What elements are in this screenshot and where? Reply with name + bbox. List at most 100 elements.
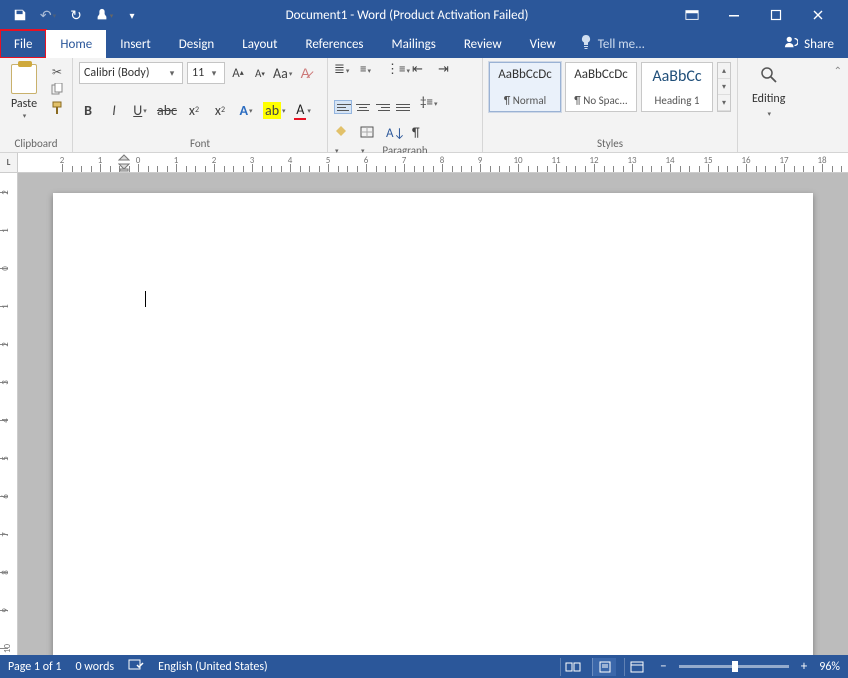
chevron-down-icon: ▾: [767, 109, 771, 118]
paste-label: Paste: [11, 97, 37, 111]
style-name: ¶ No Spac...: [574, 94, 627, 107]
decrease-indent-icon[interactable]: ⇤: [412, 62, 430, 78]
zoom-thumb[interactable]: [732, 661, 738, 672]
window-title: Document1 - Word (Product Activation Fai…: [142, 8, 672, 23]
paste-dropdown-icon[interactable]: ▾: [23, 111, 27, 120]
cut-icon[interactable]: ✂: [48, 64, 66, 80]
zoom-level[interactable]: 96%: [819, 660, 840, 674]
chevron-down-icon: ▾: [208, 68, 220, 79]
style-sample: AaBbCcDc: [574, 67, 628, 82]
tab-insert[interactable]: Insert: [106, 30, 165, 58]
qat-customize-icon[interactable]: ▾: [122, 5, 142, 25]
touch-mode-icon[interactable]: ▾: [94, 5, 114, 25]
tab-layout[interactable]: Layout: [228, 30, 291, 58]
quick-access-toolbar: ↶▾ ↻ ▾ ▾: [0, 5, 142, 25]
font-size-value: 11: [192, 66, 208, 80]
borders-icon[interactable]: ▾: [360, 126, 378, 142]
sort-icon[interactable]: A↓: [386, 126, 404, 142]
tab-file[interactable]: File: [0, 30, 46, 58]
font-name-value: Calibri (Body): [84, 66, 166, 80]
font-size-select[interactable]: 11 ▾: [187, 62, 225, 84]
maximize-button[interactable]: [756, 1, 796, 29]
tab-view[interactable]: View: [516, 30, 570, 58]
styles-gallery-scroll: ▴ ▾ ▾: [717, 62, 731, 112]
justify-icon[interactable]: [394, 100, 412, 114]
align-left-icon[interactable]: [334, 100, 352, 114]
font-color-icon[interactable]: A▾: [294, 100, 312, 120]
bold-button[interactable]: B: [79, 100, 97, 120]
undo-icon[interactable]: ↶▾: [38, 5, 58, 25]
share-button[interactable]: Share: [770, 30, 848, 58]
style-name: ¶ Normal: [504, 94, 546, 107]
save-icon[interactable]: [10, 5, 30, 25]
word-count[interactable]: 0 words: [76, 660, 115, 674]
align-center-icon[interactable]: [354, 100, 372, 114]
minimize-button[interactable]: [714, 1, 754, 29]
styles-scroll-down-icon[interactable]: ▾: [718, 79, 730, 95]
close-button[interactable]: [798, 1, 838, 29]
zoom-slider[interactable]: [679, 665, 789, 668]
spelling-icon[interactable]: [128, 658, 144, 676]
styles-expand-icon[interactable]: ▾: [718, 95, 730, 111]
copy-icon[interactable]: [48, 82, 66, 98]
show-marks-icon[interactable]: ¶: [412, 126, 430, 142]
document-area[interactable]: [18, 173, 848, 655]
change-case-icon[interactable]: Aa▾: [273, 63, 292, 83]
style-heading-1[interactable]: AaBbCc Heading 1: [641, 62, 713, 112]
styles-scroll-up-icon[interactable]: ▴: [718, 63, 730, 79]
style-normal[interactable]: AaBbCcDc ¶ Normal: [489, 62, 561, 112]
tab-review[interactable]: Review: [450, 30, 516, 58]
ribbon-display-options-icon[interactable]: [672, 1, 712, 29]
styles-group-label: Styles: [489, 135, 731, 152]
numbering-icon[interactable]: ≡▾: [360, 62, 378, 78]
tab-home[interactable]: Home: [46, 30, 106, 58]
grow-font-icon[interactable]: A▴: [229, 63, 247, 83]
tab-selector[interactable]: L: [0, 153, 18, 172]
style-sample: AaBbCcDc: [498, 67, 552, 82]
print-layout-icon[interactable]: [592, 658, 616, 676]
highlight-color-icon[interactable]: ab▾: [263, 100, 286, 120]
font-name-select[interactable]: Calibri (Body) ▾: [79, 62, 183, 84]
format-painter-icon[interactable]: [48, 100, 66, 116]
tab-references[interactable]: References: [292, 30, 378, 58]
zoom-out-button[interactable]: −: [656, 659, 670, 674]
align-right-icon[interactable]: [374, 100, 392, 114]
superscript-button[interactable]: x2: [211, 100, 229, 120]
chevron-down-icon: ▾: [166, 68, 178, 79]
share-label: Share: [804, 37, 834, 52]
page-count[interactable]: Page 1 of 1: [8, 660, 62, 674]
clear-formatting-icon[interactable]: A̷: [296, 63, 314, 83]
strikethrough-button[interactable]: abc: [157, 100, 177, 120]
italic-button[interactable]: I: [105, 100, 123, 120]
vertical-ruler[interactable]: 21012345678910: [0, 173, 18, 655]
underline-button[interactable]: U▾: [131, 100, 149, 120]
subscript-button[interactable]: x2: [185, 100, 203, 120]
line-spacing-icon[interactable]: ‡≡▾: [420, 95, 438, 111]
tell-me-search[interactable]: Tell me...: [570, 30, 770, 58]
group-styles: AaBbCcDc ¶ Normal AaBbCcDc ¶ No Spac... …: [483, 58, 738, 152]
text-effects-icon[interactable]: A▾: [237, 100, 255, 120]
redo-icon[interactable]: ↻: [66, 5, 86, 25]
web-layout-icon[interactable]: [624, 658, 648, 676]
editing-button[interactable]: Editing ▾: [744, 62, 793, 118]
paste-button[interactable]: Paste ▾: [6, 62, 42, 120]
share-icon: [784, 35, 798, 53]
style-no-spacing[interactable]: AaBbCcDc ¶ No Spac...: [565, 62, 637, 112]
zoom-in-button[interactable]: +: [797, 659, 811, 674]
page[interactable]: [53, 193, 813, 655]
bullets-icon[interactable]: ≣▾: [334, 62, 352, 78]
indent-markers[interactable]: [118, 154, 130, 172]
workspace: 21012345678910: [0, 173, 848, 655]
horizontal-ruler[interactable]: L 210123456789101112131415161718: [0, 153, 848, 173]
shading-icon[interactable]: ▾: [334, 126, 352, 142]
shrink-font-icon[interactable]: A▾: [251, 63, 269, 83]
language-status[interactable]: English (United States): [158, 660, 268, 674]
editing-label: Editing: [752, 92, 785, 106]
tab-mailings[interactable]: Mailings: [378, 30, 450, 58]
text-cursor: [145, 291, 146, 307]
multilevel-list-icon[interactable]: ⋮≡▾: [386, 62, 404, 78]
read-mode-icon[interactable]: [560, 658, 584, 676]
increase-indent-icon[interactable]: ⇥: [438, 62, 456, 78]
collapse-ribbon-icon[interactable]: ⌃: [834, 64, 842, 77]
tab-design[interactable]: Design: [165, 30, 228, 58]
